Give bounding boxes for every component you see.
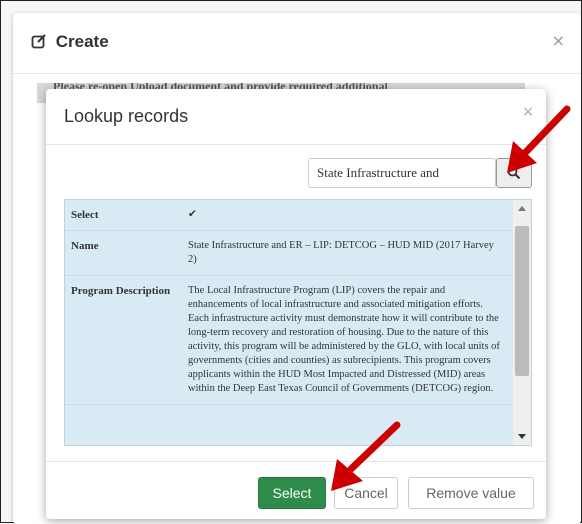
create-dialog-title: Create — [31, 32, 109, 52]
remove-value-button[interactable]: Remove value — [408, 477, 534, 509]
create-dialog-header: Create × — [13, 13, 581, 74]
table-row[interactable]: Program Description The Local Infrastruc… — [65, 275, 511, 405]
lookup-records-dialog: Lookup records × Select ✔ Name State Inf… — [46, 89, 546, 519]
scroll-up-icon[interactable] — [518, 206, 526, 211]
annotation-arrow-icon — [331, 421, 401, 491]
field-value: State Infrastructure and ER – LIP: DETCO… — [182, 230, 511, 276]
create-title-text: Create — [55, 32, 109, 51]
footer-divider — [46, 461, 546, 462]
table-row[interactable]: Name State Infrastructure and ER – LIP: … — [65, 230, 511, 276]
select-check-icon[interactable]: ✔ — [182, 200, 511, 231]
field-label: Program Description — [65, 275, 182, 405]
table-row[interactable]: Select ✔ — [65, 200, 511, 231]
annotation-arrow-icon — [507, 105, 571, 173]
scroll-down-icon[interactable] — [518, 434, 526, 439]
record-table: Select ✔ Name State Infrastructure and E… — [65, 200, 511, 405]
scrollbar[interactable] — [513, 200, 531, 445]
select-button[interactable]: Select — [258, 477, 326, 509]
field-label: Name — [65, 230, 182, 276]
records-list[interactable]: Select ✔ Name State Infrastructure and E… — [64, 199, 532, 446]
lookup-dialog-title: Lookup records — [64, 106, 189, 126]
close-icon[interactable]: × — [552, 31, 565, 50]
field-label: Select — [65, 200, 182, 231]
scroll-thumb[interactable] — [515, 226, 529, 376]
edit-square-icon — [31, 32, 47, 52]
field-value: The Local Infrastructure Program (LIP) c… — [182, 275, 511, 405]
lookup-dialog-header: Lookup records × — [46, 89, 546, 145]
screenshot-frame: Create × Please re-open Upload document … — [0, 0, 582, 524]
search-input[interactable] — [308, 158, 496, 188]
